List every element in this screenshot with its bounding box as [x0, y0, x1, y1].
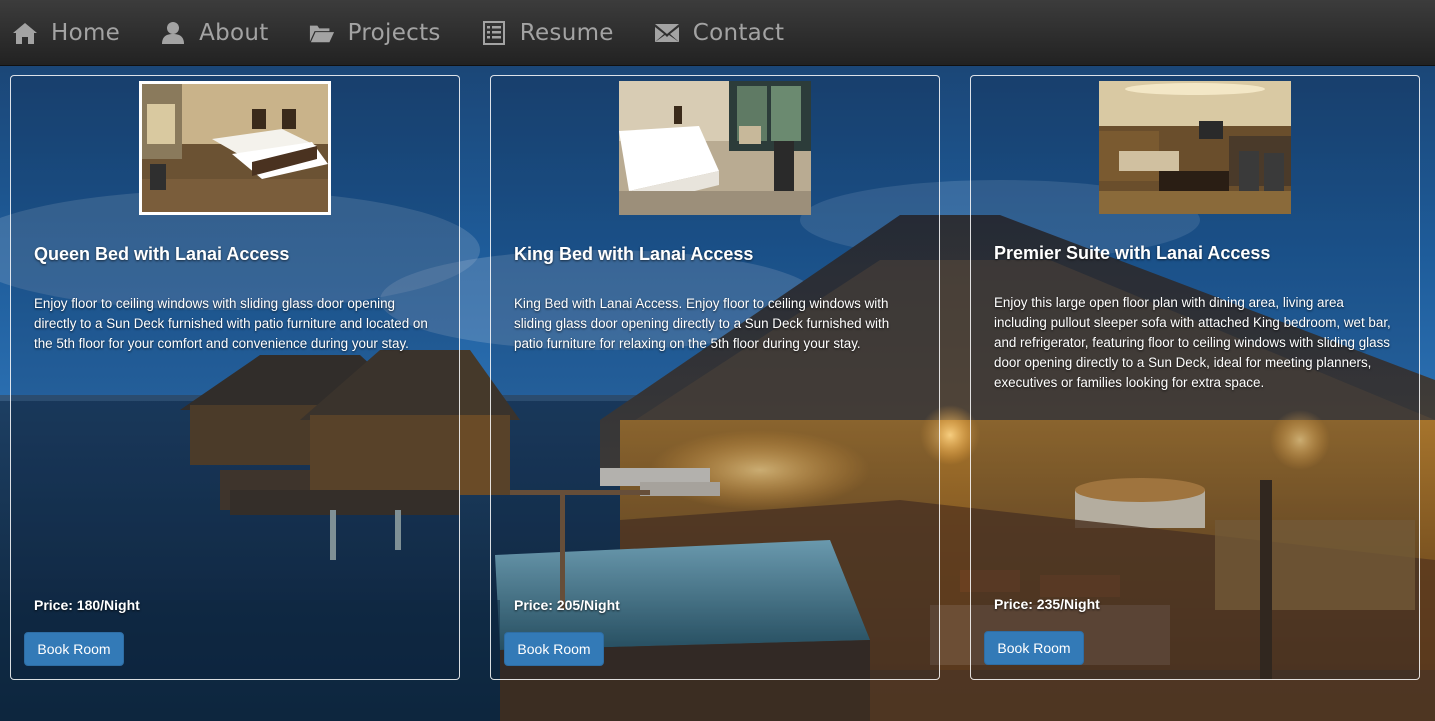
room-price: Price: 235/Night [994, 596, 1100, 612]
nav-resume-label: Resume [519, 19, 614, 46]
nav-home-label: Home [51, 19, 121, 46]
room-card-premier-suite: Premier Suite with Lanai Access Enjoy th… [970, 75, 1420, 680]
envelope-icon [654, 20, 680, 46]
room-card-king: King Bed with Lanai Access King Bed with… [490, 75, 940, 680]
room-card-queen: Queen Bed with Lanai Access Enjoy floor … [10, 75, 460, 680]
room-price: Price: 205/Night [514, 597, 620, 613]
user-icon [160, 20, 186, 46]
top-navbar: Home About Projects Resume Contact [0, 0, 1435, 66]
room-title: King Bed with Lanai Access [514, 244, 754, 264]
room-price: Price: 180/Night [34, 597, 140, 613]
room-description: Enjoy this large open floor plan with di… [994, 295, 1391, 390]
book-room-button[interactable]: Book Room [984, 631, 1084, 665]
nav-home[interactable]: Home [12, 20, 120, 46]
nav-projects[interactable]: Projects [309, 20, 441, 46]
room-title: Premier Suite with Lanai Access [994, 243, 1271, 263]
book-room-button[interactable]: Book Room [24, 632, 124, 666]
nav-contact[interactable]: Contact [654, 20, 785, 46]
nav-about-label: About [199, 19, 269, 46]
room-description: King Bed with Lanai Access. Enjoy floor … [514, 296, 890, 351]
folder-open-icon [309, 20, 335, 46]
nav-about[interactable]: About [160, 20, 269, 46]
room-photo-king [619, 81, 811, 215]
book-room-button[interactable]: Book Room [504, 632, 604, 666]
room-description: Enjoy floor to ceiling windows with slid… [34, 296, 428, 351]
room-title: Queen Bed with Lanai Access [34, 244, 290, 264]
nav-contact-label: Contact [692, 19, 785, 46]
list-alt-icon [481, 20, 507, 46]
nav-resume[interactable]: Resume [481, 20, 614, 46]
room-photo-premier-suite [1099, 81, 1291, 214]
nav-projects-label: Projects [347, 19, 441, 46]
home-icon [12, 20, 38, 46]
room-photo-queen [139, 81, 331, 215]
